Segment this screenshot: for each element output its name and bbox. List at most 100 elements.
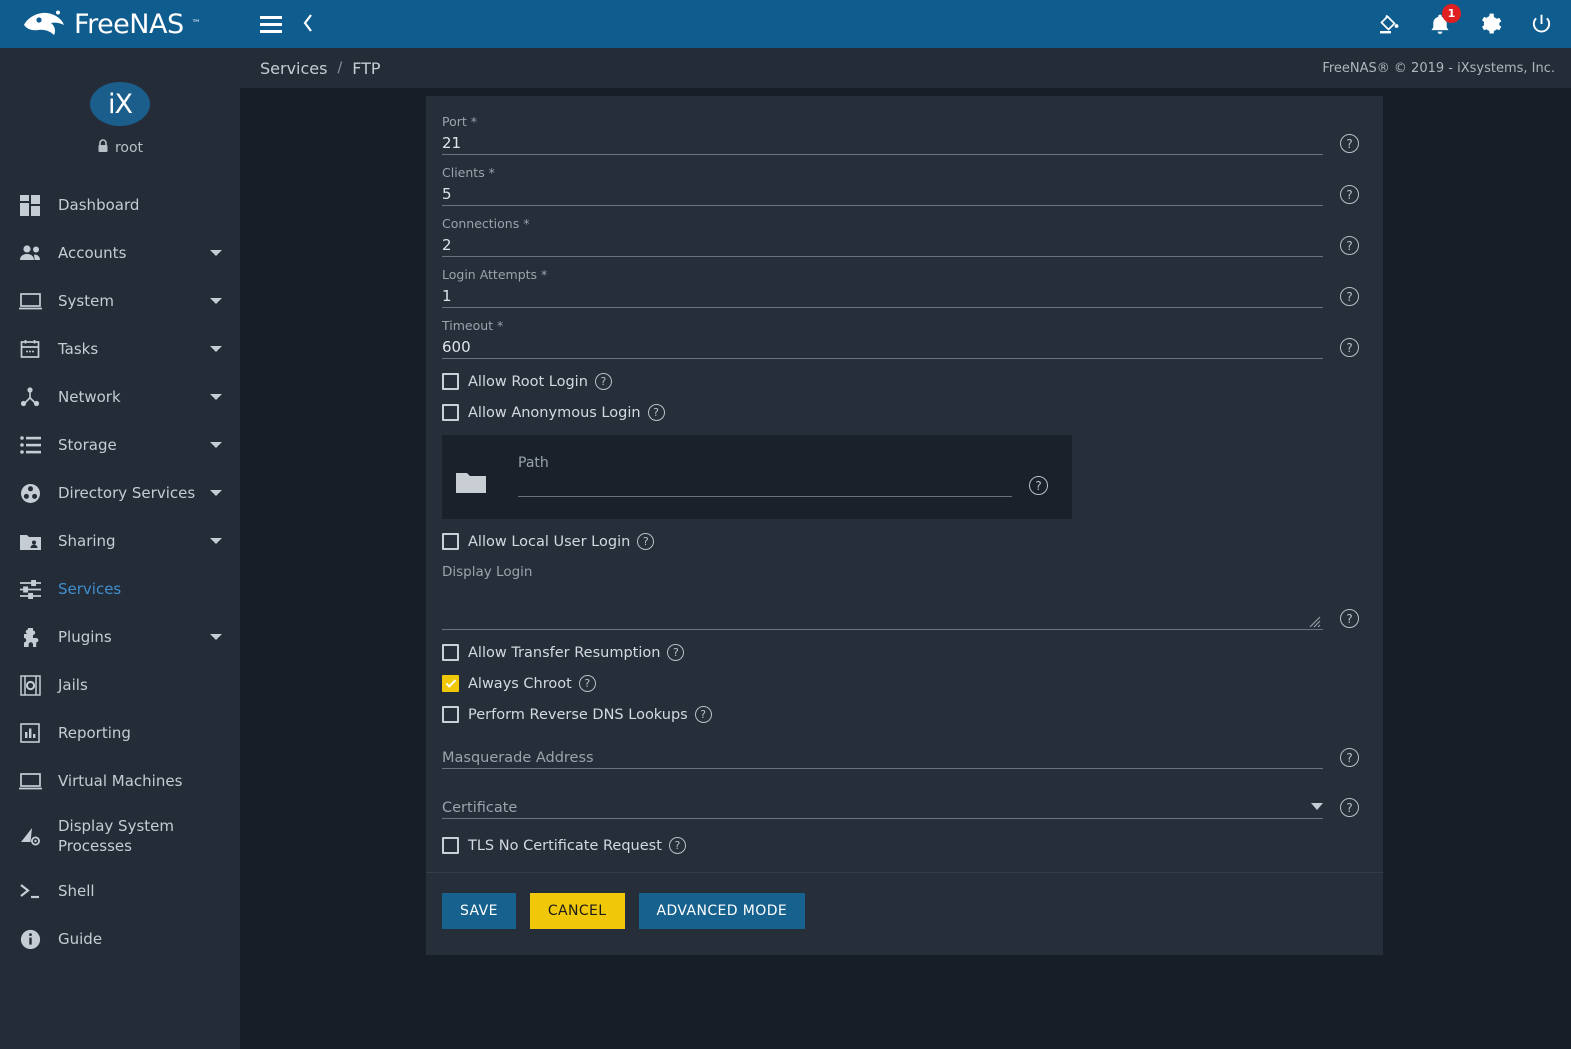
sidebar-item-services[interactable]: Services — [0, 565, 240, 613]
sidebar-item-display-system-processes[interactable]: Display System Processes — [0, 805, 240, 867]
field-login-attempts[interactable]: Login Attempts * 1 ? — [442, 267, 1365, 308]
freenas-fish-logo-icon — [24, 10, 64, 36]
chevron-down-icon[interactable] — [210, 490, 222, 496]
allow-transfer-resumption-checkbox[interactable] — [442, 644, 459, 661]
cancel-button[interactable]: CANCEL — [529, 893, 625, 929]
folder-icon[interactable] — [456, 471, 496, 499]
checkbox-row-tls-no-certificate-request[interactable]: TLS No Certificate Request ? — [442, 837, 1365, 854]
help-icon[interactable]: ? — [1340, 338, 1359, 357]
sidebar-item-sharing[interactable]: Sharing — [0, 517, 240, 565]
chevron-down-icon[interactable] — [1311, 803, 1323, 810]
field-masquerade-address[interactable]: Masquerade Address ? — [442, 741, 1365, 769]
display-login-textarea[interactable] — [442, 584, 1323, 630]
sidebar-item-tasks[interactable]: Tasks — [0, 325, 240, 373]
allow-root-login-checkbox[interactable] — [442, 373, 459, 390]
chevron-down-icon[interactable] — [210, 442, 222, 448]
help-icon[interactable]: ? — [578, 675, 596, 692]
sidebar-item-storage[interactable]: Storage — [0, 421, 240, 469]
sidebar: FreeNAS ™ iX root Dashboard Accounts Sys… — [0, 0, 240, 1049]
connections-input[interactable]: 2 — [442, 233, 1323, 257]
checkbox-label: Allow Transfer Resumption — [468, 644, 661, 661]
help-icon[interactable]: ? — [1029, 476, 1048, 495]
chevron-down-icon[interactable] — [210, 298, 222, 304]
checkbox-row-allow-anonymous-login[interactable]: Allow Anonymous Login ? — [442, 404, 1365, 421]
notifications-bell-icon[interactable]: 1 — [1429, 3, 1461, 36]
help-icon[interactable]: ? — [1340, 798, 1359, 817]
breadcrumb-bar: Services / FTP FreeNAS® © 2019 - iXsyste… — [240, 48, 1571, 88]
sidebar-item-accounts[interactable]: Accounts — [0, 229, 240, 277]
help-icon[interactable]: ? — [694, 706, 712, 723]
masquerade-address-input[interactable]: Masquerade Address — [442, 741, 1323, 769]
help-icon[interactable]: ? — [1340, 236, 1359, 255]
advanced-mode-button[interactable]: ADVANCED MODE — [638, 893, 806, 929]
top-bar: 1 — [240, 0, 1571, 48]
sidebar-item-jails[interactable]: Jails — [0, 661, 240, 709]
always-chroot-checkbox[interactable] — [442, 675, 459, 692]
help-icon[interactable]: ? — [594, 373, 612, 390]
help-icon[interactable]: ? — [1340, 134, 1359, 153]
system-icon — [12, 292, 48, 310]
allow-local-user-login-checkbox[interactable] — [442, 533, 459, 550]
checkbox-row-allow-root-login[interactable]: Allow Root Login ? — [442, 373, 1365, 390]
certificate-select[interactable]: Certificate — [442, 791, 1323, 819]
sidebar-item-directory-services[interactable]: Directory Services — [0, 469, 240, 517]
resize-grip-icon[interactable] — [1307, 613, 1321, 628]
sidebar-item-system[interactable]: System — [0, 277, 240, 325]
chevron-down-icon[interactable] — [210, 394, 222, 400]
timeout-input[interactable]: 600 — [442, 335, 1323, 359]
chevron-down-icon[interactable] — [210, 634, 222, 640]
perform-reverse-dns-lookups-checkbox[interactable] — [442, 706, 459, 723]
brand-trademark: ™ — [191, 19, 201, 29]
login-attempts-input[interactable]: 1 — [442, 284, 1323, 308]
field-clients[interactable]: Clients * 5 ? — [442, 165, 1365, 206]
field-label: Connections * — [442, 216, 530, 231]
sidebar-item-guide[interactable]: Guide — [0, 915, 240, 963]
help-icon[interactable]: ? — [637, 533, 655, 550]
power-icon[interactable] — [1530, 13, 1553, 36]
checkbox-row-perform-reverse-dns-lookups[interactable]: Perform Reverse DNS Lookups ? — [442, 706, 1365, 723]
sidebar-item-reporting[interactable]: Reporting — [0, 709, 240, 757]
help-icon[interactable]: ? — [1340, 185, 1359, 204]
field-port[interactable]: Port * 21 ? — [442, 114, 1365, 155]
help-icon[interactable]: ? — [668, 837, 686, 854]
help-icon[interactable]: ? — [1340, 748, 1359, 767]
checkbox-row-always-chroot[interactable]: Always Chroot ? — [442, 675, 1365, 692]
sidebar-item-plugins[interactable]: Plugins — [0, 613, 240, 661]
field-certificate[interactable]: Certificate ? — [442, 791, 1365, 819]
hamburger-icon[interactable] — [260, 15, 282, 33]
breadcrumb-item-services[interactable]: Services — [260, 59, 327, 78]
tls-no-certificate-request-checkbox[interactable] — [442, 837, 459, 854]
sidebar-item-network[interactable]: Network — [0, 373, 240, 421]
path-input[interactable] — [518, 473, 1012, 497]
field-path[interactable]: Path ? — [518, 455, 1054, 497]
breadcrumb-item-ftp[interactable]: FTP — [352, 59, 380, 78]
shell-prompt-icon — [12, 882, 48, 900]
settings-gear-icon[interactable] — [1479, 13, 1502, 36]
checkbox-row-allow-transfer-resumption[interactable]: Allow Transfer Resumption ? — [442, 644, 1365, 661]
clients-input[interactable]: 5 — [442, 182, 1323, 206]
avatar[interactable]: iX — [90, 82, 150, 126]
sidebar-nav: Dashboard Accounts System Tasks Network … — [0, 181, 240, 963]
port-input[interactable]: 21 — [442, 131, 1323, 155]
chevron-down-icon[interactable] — [210, 250, 222, 256]
sidebar-item-virtual-machines[interactable]: Virtual Machines — [0, 757, 240, 805]
sidebar-item-label: Plugins — [58, 627, 112, 646]
chevron-down-icon[interactable] — [210, 538, 222, 544]
sidebar-item-shell[interactable]: Shell — [0, 867, 240, 915]
field-connections[interactable]: Connections * 2 ? — [442, 216, 1365, 257]
sidebar-item-dashboard[interactable]: Dashboard — [0, 181, 240, 229]
field-display-login[interactable]: Display Login ? — [442, 564, 1365, 630]
chevron-down-icon[interactable] — [210, 346, 222, 352]
save-button[interactable]: SAVE — [442, 893, 516, 929]
allow-anonymous-login-checkbox[interactable] — [442, 404, 459, 421]
field-timeout[interactable]: Timeout * 600 ? — [442, 318, 1365, 359]
chevron-left-icon[interactable] — [302, 13, 315, 36]
help-icon[interactable]: ? — [667, 644, 685, 661]
help-icon[interactable]: ? — [1340, 287, 1359, 306]
brand-header[interactable]: FreeNAS ™ — [0, 0, 240, 48]
help-icon[interactable]: ? — [647, 404, 665, 421]
theme-paint-icon[interactable] — [1377, 12, 1401, 36]
field-label: Timeout * — [442, 318, 504, 333]
checkbox-row-allow-local-user-login[interactable]: Allow Local User Login ? — [442, 533, 1365, 550]
help-icon[interactable]: ? — [1340, 609, 1359, 628]
